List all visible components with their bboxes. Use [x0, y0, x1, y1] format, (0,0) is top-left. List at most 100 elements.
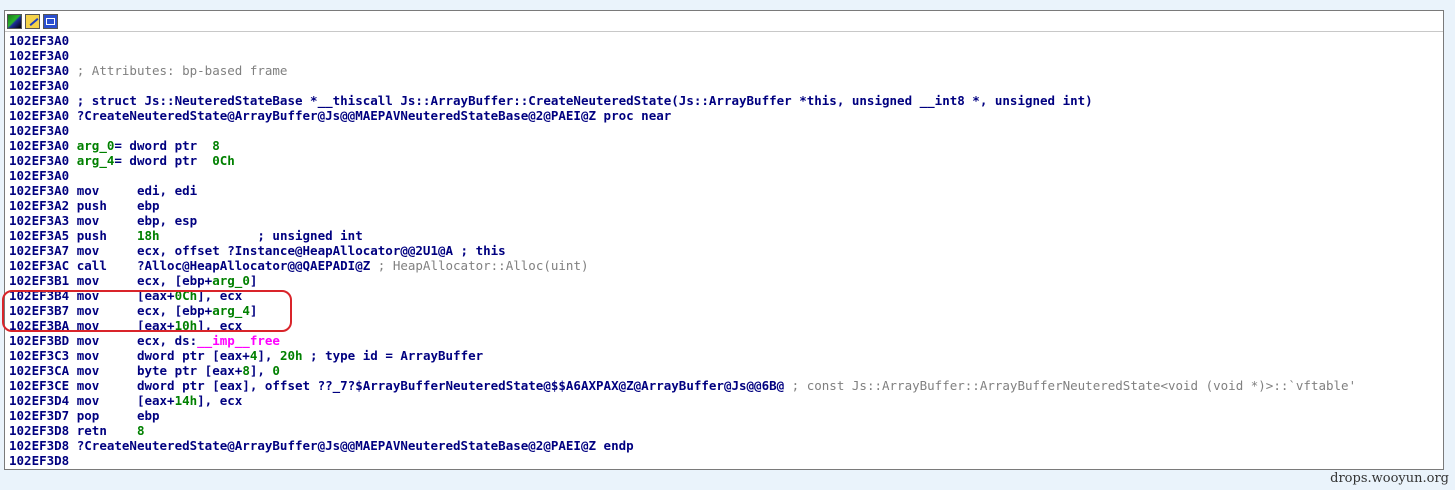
line-address: 102EF3A3 — [9, 213, 70, 228]
line-code: ], ecx — [197, 288, 243, 303]
listing-line[interactable]: 102EF3A0 — [9, 33, 1443, 48]
line-code: 0Ch — [174, 288, 198, 303]
line-address: 102EF3B7 — [9, 303, 70, 318]
line-address: 102EF3A2 — [9, 198, 70, 213]
line-code: 8 — [136, 423, 145, 438]
watermark: drops.wooyun.org — [1330, 471, 1449, 486]
line-code: mov ecx, [ebp+ — [69, 303, 213, 318]
line-code: pop ebp — [69, 408, 160, 423]
line-address: 102EF3A0 — [9, 33, 70, 48]
line-address: 102EF3A5 — [9, 228, 70, 243]
disassembly-listing[interactable]: 102EF3A0 102EF3A0 102EF3A0 ; Attributes: b… — [5, 32, 1443, 468]
listing-line[interactable]: 102EF3D7 pop ebp — [9, 408, 1443, 423]
line-code: mov ecx, ds: — [69, 333, 198, 348]
line-address: 102EF3A0 — [9, 153, 70, 168]
edit-icon[interactable] — [25, 13, 40, 29]
line-code: 0 — [272, 363, 280, 378]
line-code: mov edi, edi — [69, 183, 198, 198]
listing-line[interactable]: 102EF3A0 mov edi, edi — [9, 183, 1443, 198]
listing-line[interactable]: 102EF3A0 arg_4= dword ptr 0Ch — [9, 153, 1443, 168]
listing-line[interactable]: 102EF3D8 retn 8 — [9, 423, 1443, 438]
listing-line[interactable]: 102EF3A0 ?CreateNeuteredState@ArrayBuffe… — [9, 108, 1443, 123]
line-code: = dword ptr — [114, 153, 213, 168]
listing-line[interactable]: 102EF3CE mov dword ptr [eax], offset ??_… — [9, 378, 1443, 393]
line-code: ; struct Js::NeuteredStateBase *__thisca… — [69, 93, 1093, 108]
listing-line[interactable]: 102EF3A7 mov ecx, offset ?Instance@HeapA… — [9, 243, 1443, 258]
line-code: 20h — [279, 348, 303, 363]
line-code: ?CreateNeuteredState@ArrayBuffer@Js@@MAE… — [69, 438, 634, 453]
line-code: 8 — [212, 138, 220, 153]
line-code: ], — [249, 363, 273, 378]
line-code: ], ecx — [197, 393, 243, 408]
line-code: mov ecx, offset ?Instance@HeapAllocator@… — [69, 243, 506, 258]
line-address: 102EF3D8 — [9, 423, 70, 438]
listing-line[interactable]: 102EF3A0 — [9, 48, 1443, 63]
listing-line[interactable]: 102EF3A0 — [9, 168, 1443, 183]
line-address: 102EF3A0 — [9, 168, 70, 183]
line-code: ?CreateNeuteredState@ArrayBuffer@Js@@MAE… — [69, 108, 672, 123]
line-address: 102EF3B1 — [9, 273, 70, 288]
line-comment: ; Attributes: bp-based frame — [69, 63, 288, 78]
line-code: ; type id = ArrayBuffer — [302, 348, 484, 363]
line-code: ; unsigned int — [159, 228, 363, 243]
line-code: call ?Alloc@HeapAllocator@@QAEPADI@Z — [69, 258, 371, 273]
line-code: push ebp — [69, 198, 160, 213]
listing-line[interactable]: 102EF3D4 mov [eax+14h], ecx — [9, 393, 1443, 408]
line-address: 102EF3A0 — [9, 138, 70, 153]
listing-line[interactable]: 102EF3CA mov byte ptr [eax+8], 0 — [9, 363, 1443, 378]
disassembly-window: 102EF3A0 102EF3A0 102EF3A0 ; Attributes: b… — [4, 10, 1444, 470]
listing-line[interactable]: 102EF3A0 ; Attributes: bp-based frame — [9, 63, 1443, 78]
listing-line[interactable]: 102EF3A5 push 18h ; unsigned int — [9, 228, 1443, 243]
hex-view-icon[interactable] — [43, 13, 58, 29]
listing-line[interactable]: 102EF3B4 mov [eax+0Ch], ecx — [9, 288, 1443, 303]
line-code: ], ecx — [197, 318, 243, 333]
listing-line[interactable]: 102EF3BA mov [eax+10h], ecx — [9, 318, 1443, 333]
line-address: 102EF3C3 — [9, 348, 70, 363]
line-comment: ; HeapAllocator::Alloc(uint) — [370, 258, 589, 273]
listing-line[interactable]: 102EF3A3 mov ebp, esp — [9, 213, 1443, 228]
line-code: arg_4 — [69, 153, 115, 168]
listing-line[interactable]: 102EF3A0 ; struct Js::NeuteredStateBase … — [9, 93, 1443, 108]
line-code: mov ebp, esp — [69, 213, 198, 228]
line-code: mov [eax+ — [69, 318, 175, 333]
line-address: 102EF3A0 — [9, 108, 70, 123]
listing-line[interactable]: 102EF3A0 arg_0= dword ptr 8 — [9, 138, 1443, 153]
line-address: 102EF3A0 — [9, 93, 70, 108]
listing-line[interactable]: 102EF3B1 mov ecx, [ebp+arg_0] — [9, 273, 1443, 288]
line-code: 18h — [136, 228, 160, 243]
line-code: arg_0 — [69, 138, 115, 153]
line-address: 102EF3D7 — [9, 408, 70, 423]
line-code: ], — [257, 348, 280, 363]
line-address: 102EF3BD — [9, 333, 70, 348]
line-code: arg_4 — [212, 303, 250, 318]
line-code: push — [69, 228, 137, 243]
line-address: 102EF3A0 — [9, 78, 70, 93]
listing-line[interactable]: 102EF3A0 — [9, 123, 1443, 138]
line-code: __imp__free — [197, 333, 280, 348]
line-code: mov byte ptr [eax+ — [69, 363, 243, 378]
line-address: 102EF3D4 — [9, 393, 70, 408]
line-code: 8 — [242, 363, 250, 378]
line-code: ] — [249, 273, 258, 288]
listing-line[interactable]: 102EF3AC call ?Alloc@HeapAllocator@@QAEP… — [9, 258, 1443, 273]
line-code: mov [eax+ — [69, 393, 175, 408]
line-address: 102EF3BA — [9, 318, 70, 333]
line-address: 102EF3A0 — [9, 63, 70, 78]
graph-view-icon[interactable] — [7, 13, 22, 29]
line-code: mov dword ptr [eax], offset ??_7?$ArrayB… — [69, 378, 785, 393]
line-comment: ; const Js::ArrayBuffer::ArrayBufferNeut… — [784, 378, 1357, 393]
line-address: 102EF3B4 — [9, 288, 70, 303]
listing-line[interactable]: 102EF3A2 push ebp — [9, 198, 1443, 213]
line-code: arg_0 — [212, 273, 250, 288]
line-address: 102EF3A0 — [9, 183, 70, 198]
line-code: mov dword ptr [eax+ — [69, 348, 250, 363]
listing-line[interactable]: 102EF3D8 — [9, 453, 1443, 468]
listing-line[interactable]: 102EF3B7 mov ecx, [ebp+arg_4] — [9, 303, 1443, 318]
listing-line[interactable]: 102EF3C3 mov dword ptr [eax+4], 20h ; ty… — [9, 348, 1443, 363]
listing-line[interactable]: 102EF3A0 — [9, 78, 1443, 93]
listing-line[interactable]: 102EF3BD mov ecx, ds:__imp__free — [9, 333, 1443, 348]
line-code: mov [eax+ — [69, 288, 175, 303]
line-code: 0Ch — [212, 153, 235, 168]
listing-line[interactable]: 102EF3D8 ?CreateNeuteredState@ArrayBuffe… — [9, 438, 1443, 453]
line-address: 102EF3D8 — [9, 453, 70, 468]
